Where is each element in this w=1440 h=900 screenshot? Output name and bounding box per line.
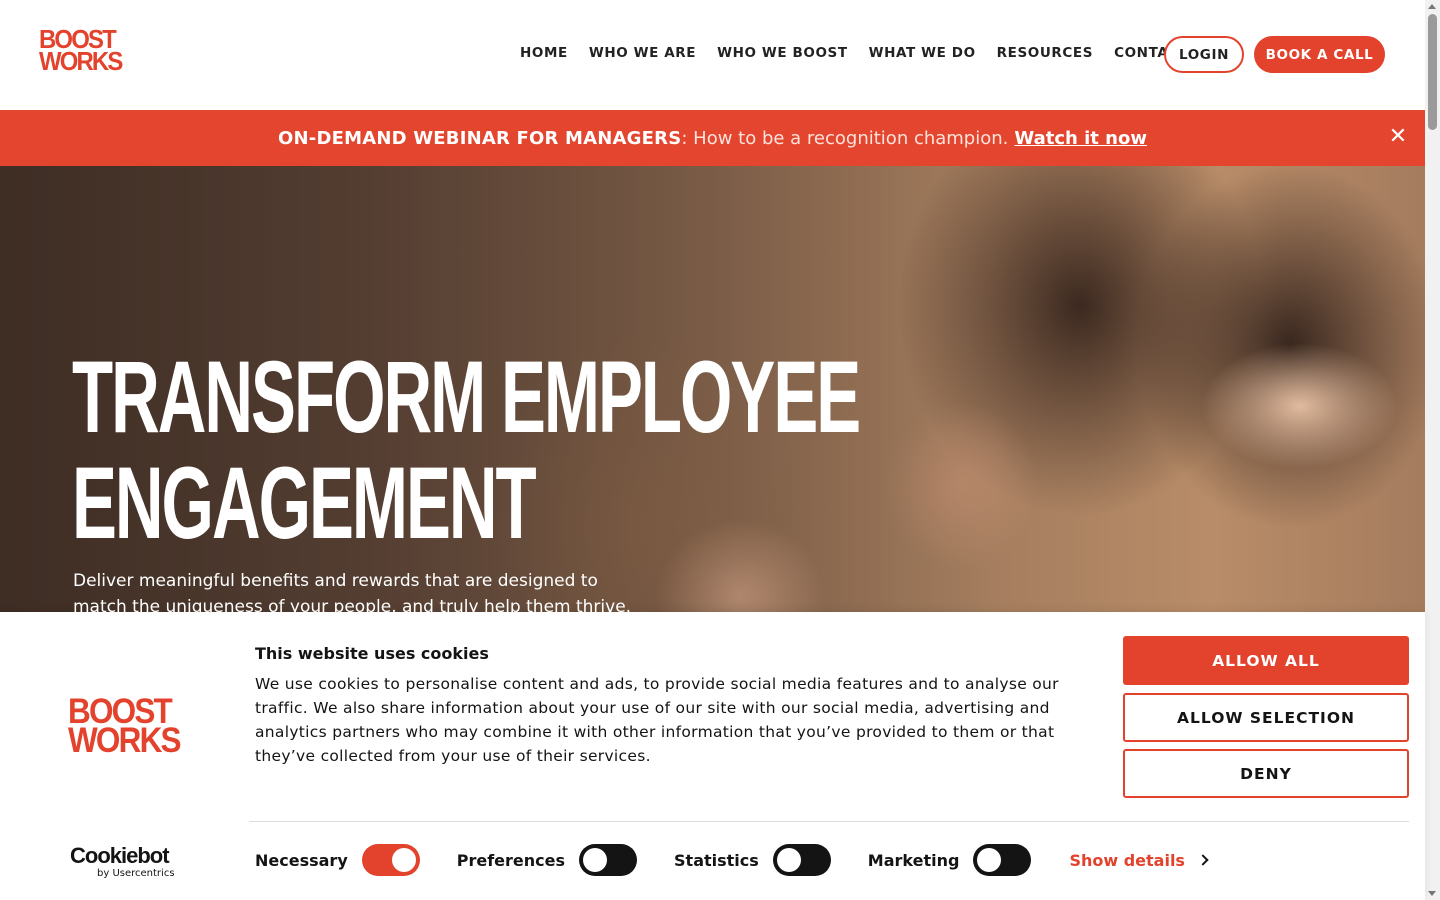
nav-resources[interactable]: RESOURCES <box>997 45 1093 61</box>
deny-button[interactable]: DENY <box>1123 749 1409 798</box>
nav-home[interactable]: HOME <box>520 45 568 61</box>
allow-selection-button[interactable]: ALLOW SELECTION <box>1123 693 1409 742</box>
cookie-title: This website uses cookies <box>255 644 489 663</box>
allow-all-button[interactable]: ALLOW ALL <box>1123 636 1409 685</box>
scroll-thumb[interactable] <box>1428 14 1437 130</box>
banner-text: : How to be a recognition champion. <box>681 127 1009 149</box>
toggle-knob <box>776 848 801 872</box>
toggle-knob <box>391 848 416 872</box>
cookie-consent-panel: BOOST WORKS This website uses cookies We… <box>0 612 1425 900</box>
cookiebot-subtitle: by Usercentrics <box>97 868 175 879</box>
hero-section: TRANSFORM EMPLOYEE ENGAGEMENT Deliver me… <box>0 166 1425 612</box>
hero-title: TRANSFORM EMPLOYEE ENGAGEMENT <box>72 340 861 560</box>
hero-title-line-2: ENGAGEMENT <box>72 446 537 560</box>
cookiebot-logo[interactable]: Cookiebot by Usercentrics <box>70 843 175 880</box>
banner-heading: ON-DEMAND WEBINAR FOR MANAGERS <box>278 127 682 149</box>
page-scrollbar[interactable] <box>1425 0 1440 900</box>
close-icon[interactable]: ✕ <box>1387 126 1409 148</box>
nav-who-we-are[interactable]: WHO WE ARE <box>589 45 696 61</box>
statistics-toggle[interactable] <box>772 844 831 876</box>
hero-title-line-1: TRANSFORM EMPLOYEE <box>72 340 861 454</box>
toggle-knob <box>583 848 608 872</box>
preferences-toggle[interactable] <box>579 844 638 876</box>
necessary-label: Necessary <box>255 850 348 870</box>
cookie-description: We use cookies to personalise content an… <box>255 675 1059 765</box>
cookie-logo-line-2: WORKS <box>68 721 182 760</box>
webinar-banner: ON-DEMAND WEBINAR FOR MANAGERS : How to … <box>0 110 1425 166</box>
cookie-panel-logo: BOOST WORKS <box>68 694 182 760</box>
show-details-link[interactable]: Show details <box>1069 850 1209 870</box>
toggle-knob <box>977 848 1002 872</box>
login-button[interactable]: LOGIN <box>1164 36 1244 73</box>
main-nav: HOME WHO WE ARE WHO WE BOOST WHAT WE DO … <box>520 45 1237 61</box>
boostworks-logo[interactable]: BOOST WORKS <box>39 26 123 76</box>
logo-line-2: WORKS <box>39 46 123 76</box>
marketing-toggle[interactable] <box>973 844 1032 876</box>
cookie-toggles: Necessary Preferences Statistics Marketi… <box>255 844 1209 876</box>
scroll-down-arrow-icon[interactable] <box>1428 891 1436 896</box>
marketing-label: Marketing <box>867 850 960 870</box>
site-header: BOOST WORKS HOME WHO WE ARE WHO WE BOOST… <box>0 0 1425 110</box>
statistics-label: Statistics <box>674 850 759 870</box>
scroll-up-arrow-icon[interactable] <box>1428 4 1436 9</box>
hero-subtitle: Deliver meaningful benefits and rewards … <box>73 571 632 612</box>
preferences-label: Preferences <box>456 850 566 870</box>
nav-who-we-boost[interactable]: WHO WE BOOST <box>717 45 848 61</box>
nav-what-we-do[interactable]: WHAT WE DO <box>869 45 976 61</box>
chevron-right-icon <box>1197 854 1209 866</box>
show-details-label: Show details <box>1069 850 1185 870</box>
cookie-divider <box>249 821 1409 822</box>
cookiebot-wordmark: Cookiebot <box>70 843 170 868</box>
book-a-call-button[interactable]: BOOK A CALL <box>1254 36 1385 73</box>
watch-now-link[interactable]: Watch it now <box>1014 128 1147 149</box>
necessary-toggle[interactable] <box>361 844 420 876</box>
